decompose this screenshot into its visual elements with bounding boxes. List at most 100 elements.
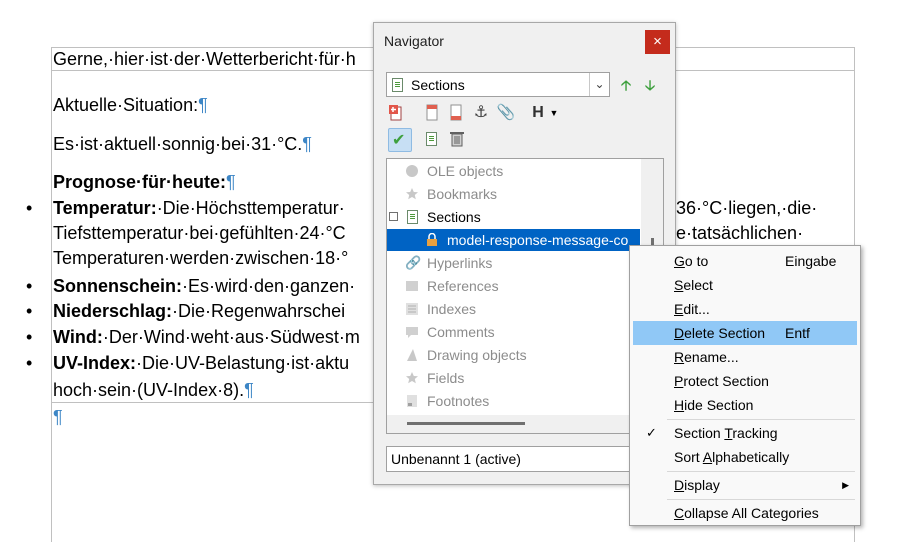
tree-item-comments[interactable]: Comments (387, 321, 663, 343)
footnote-icon (407, 395, 417, 407)
check-icon: ✔ (392, 132, 406, 149)
tree-item-fields[interactable]: Fields (387, 367, 663, 389)
menu-item-section-tracking[interactable]: ✓ Section Tracking (633, 421, 857, 445)
tree-item-label: Footnotes (427, 393, 490, 409)
tree-item-label: Drawing objects (427, 347, 527, 363)
pilcrow-mark: ¶ (226, 172, 236, 192)
menu-item-label: Display (674, 477, 720, 493)
bullet-text: ·Die·UV-Belastung·ist·aktu (136, 353, 350, 373)
pilcrow-mark: ¶ (53, 407, 63, 427)
menu-separator (667, 419, 855, 420)
navigator-tree[interactable]: OLE objects Bookmarks Sections model-res… (386, 158, 664, 434)
hyperlink-icon: 🔗 (405, 255, 422, 270)
menu-item-edit[interactable]: Edit... (633, 297, 857, 321)
comment-icon (406, 327, 418, 338)
bullet-label: Temperatur: (53, 198, 157, 218)
bullet-dot: • (26, 327, 33, 347)
menu-item-collapse-all[interactable]: Collapse All Categories (633, 501, 857, 525)
ole-object-icon (406, 165, 418, 177)
menu-item-shortcut: Entf (785, 325, 810, 341)
pilcrow-mark: ¶ (198, 95, 208, 115)
menu-item-go-to[interactable]: Go to Eingabe (633, 249, 857, 273)
tree-item-indexes[interactable]: Indexes (387, 298, 663, 320)
bullet-uv-line2[interactable]: hoch·sein·(UV-Index·8).¶ (53, 379, 254, 401)
bullet-text: ·Die·Regenwahrschei (172, 301, 346, 321)
delete-icon[interactable] (447, 129, 467, 149)
index-icon (406, 303, 418, 315)
footer-icon[interactable] (446, 103, 466, 123)
bullet-dot: • (26, 276, 33, 296)
drag-mode-icon[interactable] (426, 132, 437, 146)
bullet-wind[interactable]: Wind:·Der·Wind·weht·aus·Südwest·m (53, 326, 360, 348)
menu-separator (667, 471, 855, 472)
menu-item-label: Sort Alphabetically (674, 449, 790, 465)
menu-item-sort-alphabetically[interactable]: Sort Alphabetically (633, 445, 857, 469)
bullet-temperature-line2[interactable]: Tiefsttemperatur·bei·gefühlten·24·°C (53, 222, 346, 244)
menu-item-hide-section[interactable]: Hide Section (633, 393, 857, 417)
bullet-temperature-right[interactable]: 36·°C·liegen,·die· (676, 197, 817, 219)
up-arrow-icon[interactable]: 🡡 (616, 75, 636, 95)
menu-item-rename[interactable]: Rename... (633, 345, 857, 369)
bullet-dot: • (26, 301, 33, 321)
tree-item-section-entry[interactable]: model-response-message-co (387, 229, 640, 251)
header-icon[interactable] (422, 103, 442, 123)
bullet-sunshine[interactable]: Sonnenschein:·Es·wird·den·ganzen· (53, 275, 355, 297)
menu-item-label: Section Tracking (674, 425, 778, 441)
tree-item-bookmarks[interactable]: Bookmarks (387, 183, 663, 205)
collapse-toggle[interactable] (389, 212, 398, 221)
menu-item-select[interactable]: Select (633, 273, 857, 297)
bullet-temperature-line3[interactable]: Temperaturen·werden·zwischen·18·° (53, 247, 348, 269)
heading-text: Prognose·für·heute: (53, 172, 226, 192)
menu-item-display[interactable]: Display ▶ (633, 473, 857, 497)
tree-item-label: Sections (427, 209, 481, 225)
anchor-icon[interactable]: ⚓ (471, 103, 491, 123)
menu-item-label: Rename... (674, 349, 739, 365)
menu-item-label: Go to (674, 253, 709, 269)
close-button[interactable]: × (645, 30, 670, 54)
tree-item-label: References (427, 278, 499, 294)
tree-item-hyperlinks[interactable]: 🔗 Hyperlinks (387, 252, 663, 274)
menu-item-label: Collapse All Categories (674, 505, 819, 521)
doc-heading-current[interactable]: Aktuelle·Situation:¶ (53, 94, 208, 116)
menu-separator (667, 499, 855, 500)
submenu-arrow-icon: ▶ (842, 480, 849, 490)
insert-icon[interactable] (388, 103, 408, 123)
chevron-down-icon[interactable]: ⌄ (589, 73, 609, 96)
bullet-temperature[interactable]: Temperatur:·Die·Höchsttemperatur· (53, 197, 345, 219)
current-text: Es·ist·aktuell·sonnig·bei·31·°C. (53, 134, 303, 154)
tree-item-footnotes[interactable]: Footnotes (387, 390, 663, 412)
check-icon: ✓ (646, 425, 657, 440)
menu-item-label: Edit... (674, 301, 710, 317)
reference-icon (406, 281, 418, 291)
down-arrow-icon[interactable]: 🡣 (640, 75, 660, 95)
scroll-thumb[interactable] (407, 422, 525, 425)
tree-item-label: OLE objects (427, 163, 504, 179)
empty-paragraph[interactable]: ¶ (53, 406, 63, 428)
heading-text: Aktuelle·Situation: (53, 95, 199, 115)
tree-item-references[interactable]: References (387, 275, 663, 297)
bullet-label: Wind: (53, 327, 103, 347)
document-select[interactable]: Unbenannt 1 (active) (386, 446, 632, 472)
horizontal-scrollbar[interactable] (387, 415, 642, 433)
bullet-uv-index[interactable]: UV-Index:·Die·UV-Belastung·ist·aktu (53, 352, 349, 374)
bullet-precipitation[interactable]: Niederschlag:·Die·Regenwahrschei (53, 300, 345, 322)
attach-icon[interactable]: 📎 (496, 103, 516, 123)
doc-current-text[interactable]: Es·ist·aktuell·sonnig·bei·31·°C.¶ (53, 133, 312, 155)
tree-item-ole-objects[interactable]: OLE objects (387, 160, 663, 182)
tree-item-label: Hyperlinks (427, 255, 493, 271)
doc-heading-forecast[interactable]: Prognose·für·heute:¶ (53, 171, 236, 193)
menu-item-label: Hide Section (674, 397, 754, 413)
content-navigation-toggle[interactable]: ✔ (388, 128, 412, 152)
bullet-text: ·Der·Wind·weht·aus·Südwest·m (102, 327, 360, 347)
tree-item-drawing-objects[interactable]: Drawing objects (387, 344, 663, 366)
category-select[interactable]: Sections ⌄ (386, 72, 610, 97)
bullet-temperature-line2-right[interactable]: e·tatsächlichen· (676, 222, 803, 244)
drawing-icon (407, 349, 417, 361)
chevron-down-icon[interactable]: ▼ (544, 103, 564, 123)
bullet-label: UV-Index: (53, 353, 137, 373)
menu-item-delete-section[interactable]: Delete Section Entf (633, 321, 857, 345)
category-select-value: Sections (411, 77, 465, 93)
menu-item-protect-section[interactable]: Protect Section (633, 369, 857, 393)
doc-line-intro[interactable]: Gerne,·hier·ist·der·Wetterbericht·für·h (53, 48, 356, 70)
tree-item-sections[interactable]: Sections (387, 206, 663, 228)
